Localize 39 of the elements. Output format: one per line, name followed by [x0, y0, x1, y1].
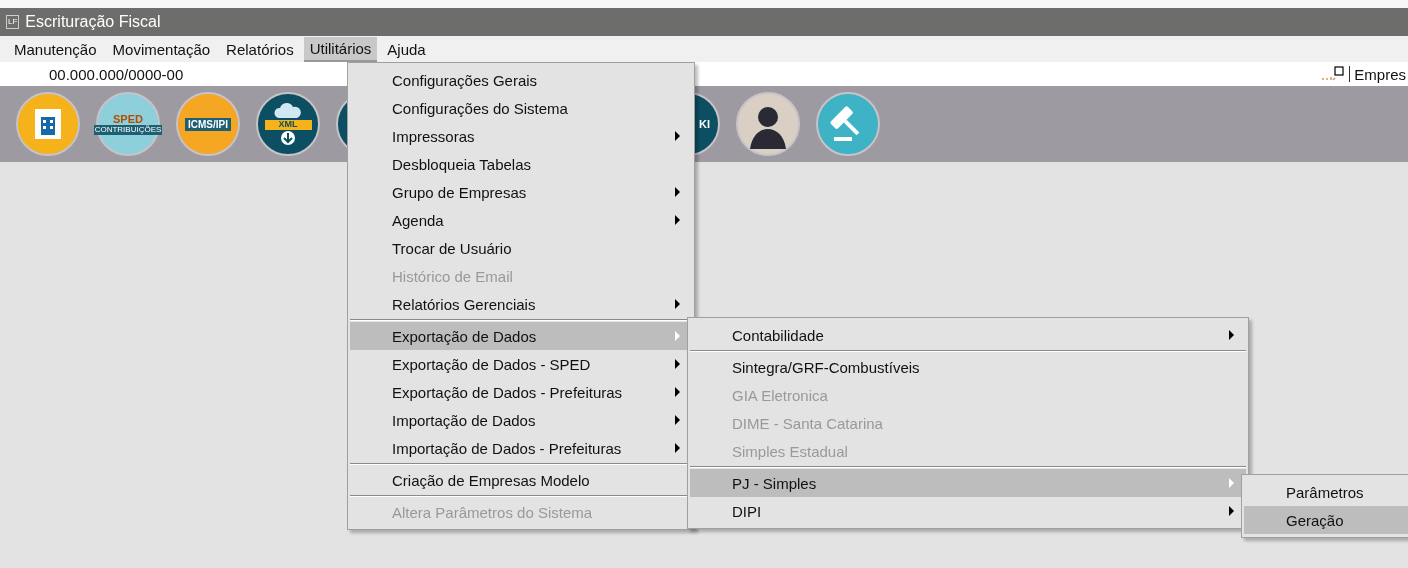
- menu-item[interactable]: DIPI: [690, 497, 1246, 525]
- menu-item[interactable]: Geração: [1244, 506, 1408, 534]
- menu-item[interactable]: Exportação de Dados - Prefeituras: [350, 378, 692, 406]
- toolbar-icon-label: CONTRIBUIÇÕES: [93, 124, 163, 136]
- menu-item[interactable]: Importação de Dados - Prefeituras: [350, 434, 692, 462]
- cnpj-text: 00.000.000/0000-00: [49, 65, 184, 83]
- download-arrow-icon: [280, 129, 296, 146]
- menu-item[interactable]: Importação de Dados: [350, 406, 692, 434]
- menu-item[interactable]: Contabilidade: [690, 321, 1246, 349]
- menu-item[interactable]: Desbloqueia Tabelas: [350, 150, 692, 178]
- building-icon: [33, 107, 63, 141]
- menu-item[interactable]: Configurações do Sistema: [350, 94, 692, 122]
- menu-bar-item[interactable]: Relatórios: [220, 37, 300, 61]
- menu-item[interactable]: Sintegra/GRF-Combustíveis: [690, 353, 1246, 381]
- menu-item[interactable]: Configurações Gerais: [350, 66, 692, 94]
- toolbar-icon-label: KI: [699, 117, 710, 131]
- toolbar-icon-label: XML: [264, 120, 312, 130]
- window-restore-icon: [1321, 66, 1346, 82]
- menu-item[interactable]: Relatórios Gerenciais: [350, 290, 692, 318]
- company-label: Empres: [1354, 65, 1406, 83]
- menu-item[interactable]: Exportação de Dados - SPED: [350, 350, 692, 378]
- menu-bar-item[interactable]: Manutenção: [8, 37, 103, 61]
- menu-bar-item[interactable]: Ajuda: [381, 37, 432, 61]
- menu-item[interactable]: Trocar de Usuário: [350, 234, 692, 262]
- icms-toolbar-button[interactable]: ICMS/IPI: [176, 92, 240, 156]
- toolbar-icon-label: SPED: [113, 112, 143, 125]
- xml-toolbar-button[interactable]: XML: [256, 92, 320, 156]
- toolbar-icon-label: ICMS/IPI: [185, 117, 231, 131]
- menu-bar-item[interactable]: Movimentação: [106, 37, 217, 61]
- menu-bar-item[interactable]: Utilitários: [303, 36, 378, 62]
- sped-toolbar-button[interactable]: SPED CONTRIBUIÇÕES: [96, 92, 160, 156]
- menu-item[interactable]: Grupo de Empresas: [350, 178, 692, 206]
- menu-item[interactable]: Impressoras: [350, 122, 692, 150]
- app-icon: LF: [6, 15, 20, 29]
- window-title: Escrituração Fiscal: [25, 13, 161, 31]
- menu-item[interactable]: Agenda: [350, 206, 692, 234]
- menu-item[interactable]: PJ - Simples: [690, 469, 1246, 497]
- menu-item[interactable]: Parâmetros: [1244, 478, 1408, 506]
- cloud-icon: [273, 102, 303, 121]
